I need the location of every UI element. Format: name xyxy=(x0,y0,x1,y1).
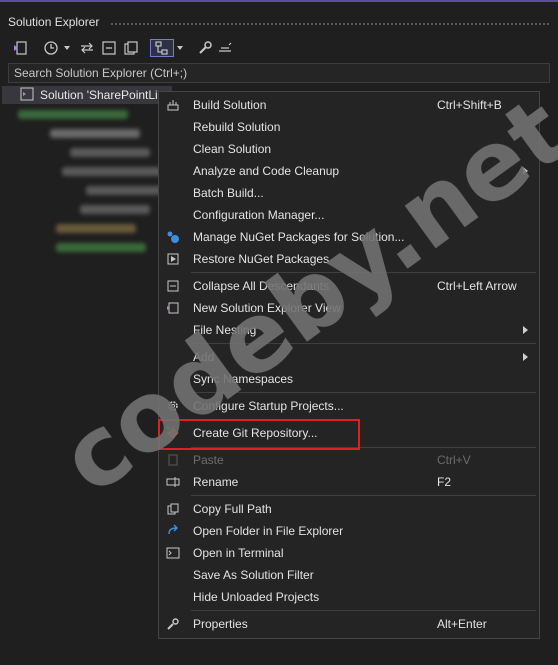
menu-item-rebuild-solution[interactable]: Rebuild Solution xyxy=(159,116,539,138)
tree-item-blurred xyxy=(80,205,150,214)
search-input[interactable]: Search Solution Explorer (Ctrl+;) xyxy=(8,63,550,83)
menu-separator xyxy=(191,495,536,496)
menu-item-label: Manage NuGet Packages for Solution... xyxy=(193,230,405,244)
menu-item-label: Sync Namespaces xyxy=(193,372,294,386)
menu-item-shortcut: Ctrl+Left Arrow xyxy=(437,279,517,293)
tree-item-blurred xyxy=(70,148,150,157)
menu-item-open-folder[interactable]: Open Folder in File Explorer xyxy=(159,520,539,542)
menu-item-add[interactable]: Add xyxy=(159,346,539,368)
menu-item-shortcut: Ctrl+Shift+B xyxy=(437,98,502,112)
menu-item-shortcut: F2 xyxy=(437,475,452,489)
menu-item-label: Batch Build... xyxy=(193,186,264,200)
nuget-icon xyxy=(165,229,181,245)
preview-icon[interactable] xyxy=(216,39,234,57)
menu-item-label: Configure Startup Projects... xyxy=(193,399,344,413)
menu-item-label: Copy Full Path xyxy=(193,502,272,516)
menu-item-manage-nuget[interactable]: Manage NuGet Packages for Solution... xyxy=(159,226,539,248)
menu-item-label: Open in Terminal xyxy=(193,546,284,560)
menu-separator xyxy=(191,272,536,273)
tree-item-blurred xyxy=(56,243,146,252)
show-all-files-icon[interactable] xyxy=(122,39,140,57)
menu-separator xyxy=(191,343,536,344)
menu-item-label: Clean Solution xyxy=(193,142,272,156)
menu-item-shortcut: Ctrl+V xyxy=(437,453,471,467)
menu-separator xyxy=(191,610,536,611)
menu-item-new-explorer-view[interactable]: New Solution Explorer View xyxy=(159,297,539,319)
menu-item-label: Configuration Manager... xyxy=(193,208,325,222)
menu-item-label: Rename xyxy=(193,475,239,489)
submenu-arrow-icon xyxy=(523,326,528,334)
wrench-icon xyxy=(165,616,181,632)
menu-item-file-nesting[interactable]: File Nesting xyxy=(159,319,539,341)
menu-item-label: Hide Unloaded Projects xyxy=(193,590,320,604)
new-view-icon xyxy=(165,300,181,316)
paste-icon xyxy=(165,452,181,468)
menu-item-open-terminal[interactable]: Open in Terminal xyxy=(159,542,539,564)
menu-item-label: Add xyxy=(193,350,215,364)
solution-tree: Solution 'SharePointLi xyxy=(0,86,172,286)
tree-item-blurred xyxy=(86,186,162,195)
menu-item-label: New Solution Explorer View xyxy=(193,301,341,315)
menu-item-restore-nuget[interactable]: Restore NuGet Packages xyxy=(159,248,539,270)
tree-item-solution[interactable]: Solution 'SharePointLi xyxy=(2,86,172,104)
title-bar: Solution Explorer xyxy=(0,0,558,36)
menu-item-configuration-manager[interactable]: Configuration Manager... xyxy=(159,204,539,226)
terminal-icon xyxy=(165,545,181,561)
title-grip[interactable] xyxy=(110,22,550,26)
menu-item-label: Restore NuGet Packages xyxy=(193,252,330,266)
switch-views-icon[interactable] xyxy=(10,39,30,57)
menu-item-configure-startup[interactable]: Configure Startup Projects... xyxy=(159,395,539,417)
collapse-icon xyxy=(165,278,181,294)
tree-item-blurred xyxy=(56,224,136,233)
menu-item-paste: Paste Ctrl+V xyxy=(159,449,539,471)
build-icon xyxy=(165,97,181,113)
tree-item-blurred xyxy=(18,110,128,119)
menu-item-hide-unloaded[interactable]: Hide Unloaded Projects xyxy=(159,586,539,608)
menu-item-save-solution-filter[interactable]: Save As Solution Filter xyxy=(159,564,539,586)
submenu-arrow-icon xyxy=(523,167,528,175)
menu-item-label: Properties xyxy=(193,617,248,631)
menu-item-properties[interactable]: Properties Alt+Enter xyxy=(159,613,539,635)
restore-icon xyxy=(165,251,181,267)
collapse-all-icon[interactable] xyxy=(100,39,118,57)
menu-item-label: Collapse All Descendants xyxy=(193,279,330,293)
sync-icon[interactable] xyxy=(78,39,96,57)
menu-item-rename[interactable]: Rename F2 xyxy=(159,471,539,493)
tree-item-blurred xyxy=(50,129,140,138)
solution-label: Solution 'SharePointLi xyxy=(40,88,158,102)
menu-item-label: Build Solution xyxy=(193,98,267,112)
copy-icon xyxy=(165,501,181,517)
menu-item-clean-solution[interactable]: Clean Solution xyxy=(159,138,539,160)
menu-item-build-solution[interactable]: Build Solution Ctrl+Shift+B xyxy=(159,94,539,116)
wrench-icon[interactable] xyxy=(196,39,214,57)
menu-item-label: Rebuild Solution xyxy=(193,120,281,134)
menu-item-sync-namespaces[interactable]: Sync Namespaces xyxy=(159,368,539,390)
open-folder-icon xyxy=(165,523,181,539)
menu-item-analyze-cleanup[interactable]: Analyze and Code Cleanup xyxy=(159,160,539,182)
context-menu: Build Solution Ctrl+Shift+B Rebuild Solu… xyxy=(158,91,540,639)
window-title: Solution Explorer xyxy=(8,15,100,29)
gear-icon xyxy=(165,398,181,414)
menu-item-shortcut: Alt+Enter xyxy=(437,617,487,631)
pending-changes-filter-icon[interactable] xyxy=(42,39,60,57)
dropdown-icon[interactable] xyxy=(62,39,72,57)
menu-item-copy-full-path[interactable]: Copy Full Path xyxy=(159,498,539,520)
tree-item-blurred xyxy=(62,167,162,176)
menu-item-collapse-all[interactable]: Collapse All Descendants Ctrl+Left Arrow xyxy=(159,275,539,297)
dropdown-icon[interactable] xyxy=(175,39,185,57)
menu-separator xyxy=(191,392,536,393)
properties-filter-icon[interactable] xyxy=(150,39,174,57)
menu-item-label: File Nesting xyxy=(193,323,257,337)
menu-item-label: Save As Solution Filter xyxy=(193,568,314,582)
toolbar xyxy=(0,36,558,62)
highlight-box xyxy=(158,419,360,450)
solution-icon xyxy=(20,87,34,104)
rename-icon xyxy=(165,474,181,490)
menu-item-label: Analyze and Code Cleanup xyxy=(193,164,340,178)
submenu-arrow-icon xyxy=(523,353,528,361)
menu-item-batch-build[interactable]: Batch Build... xyxy=(159,182,539,204)
menu-item-label: Paste xyxy=(193,453,224,467)
menu-item-label: Open Folder in File Explorer xyxy=(193,524,344,538)
